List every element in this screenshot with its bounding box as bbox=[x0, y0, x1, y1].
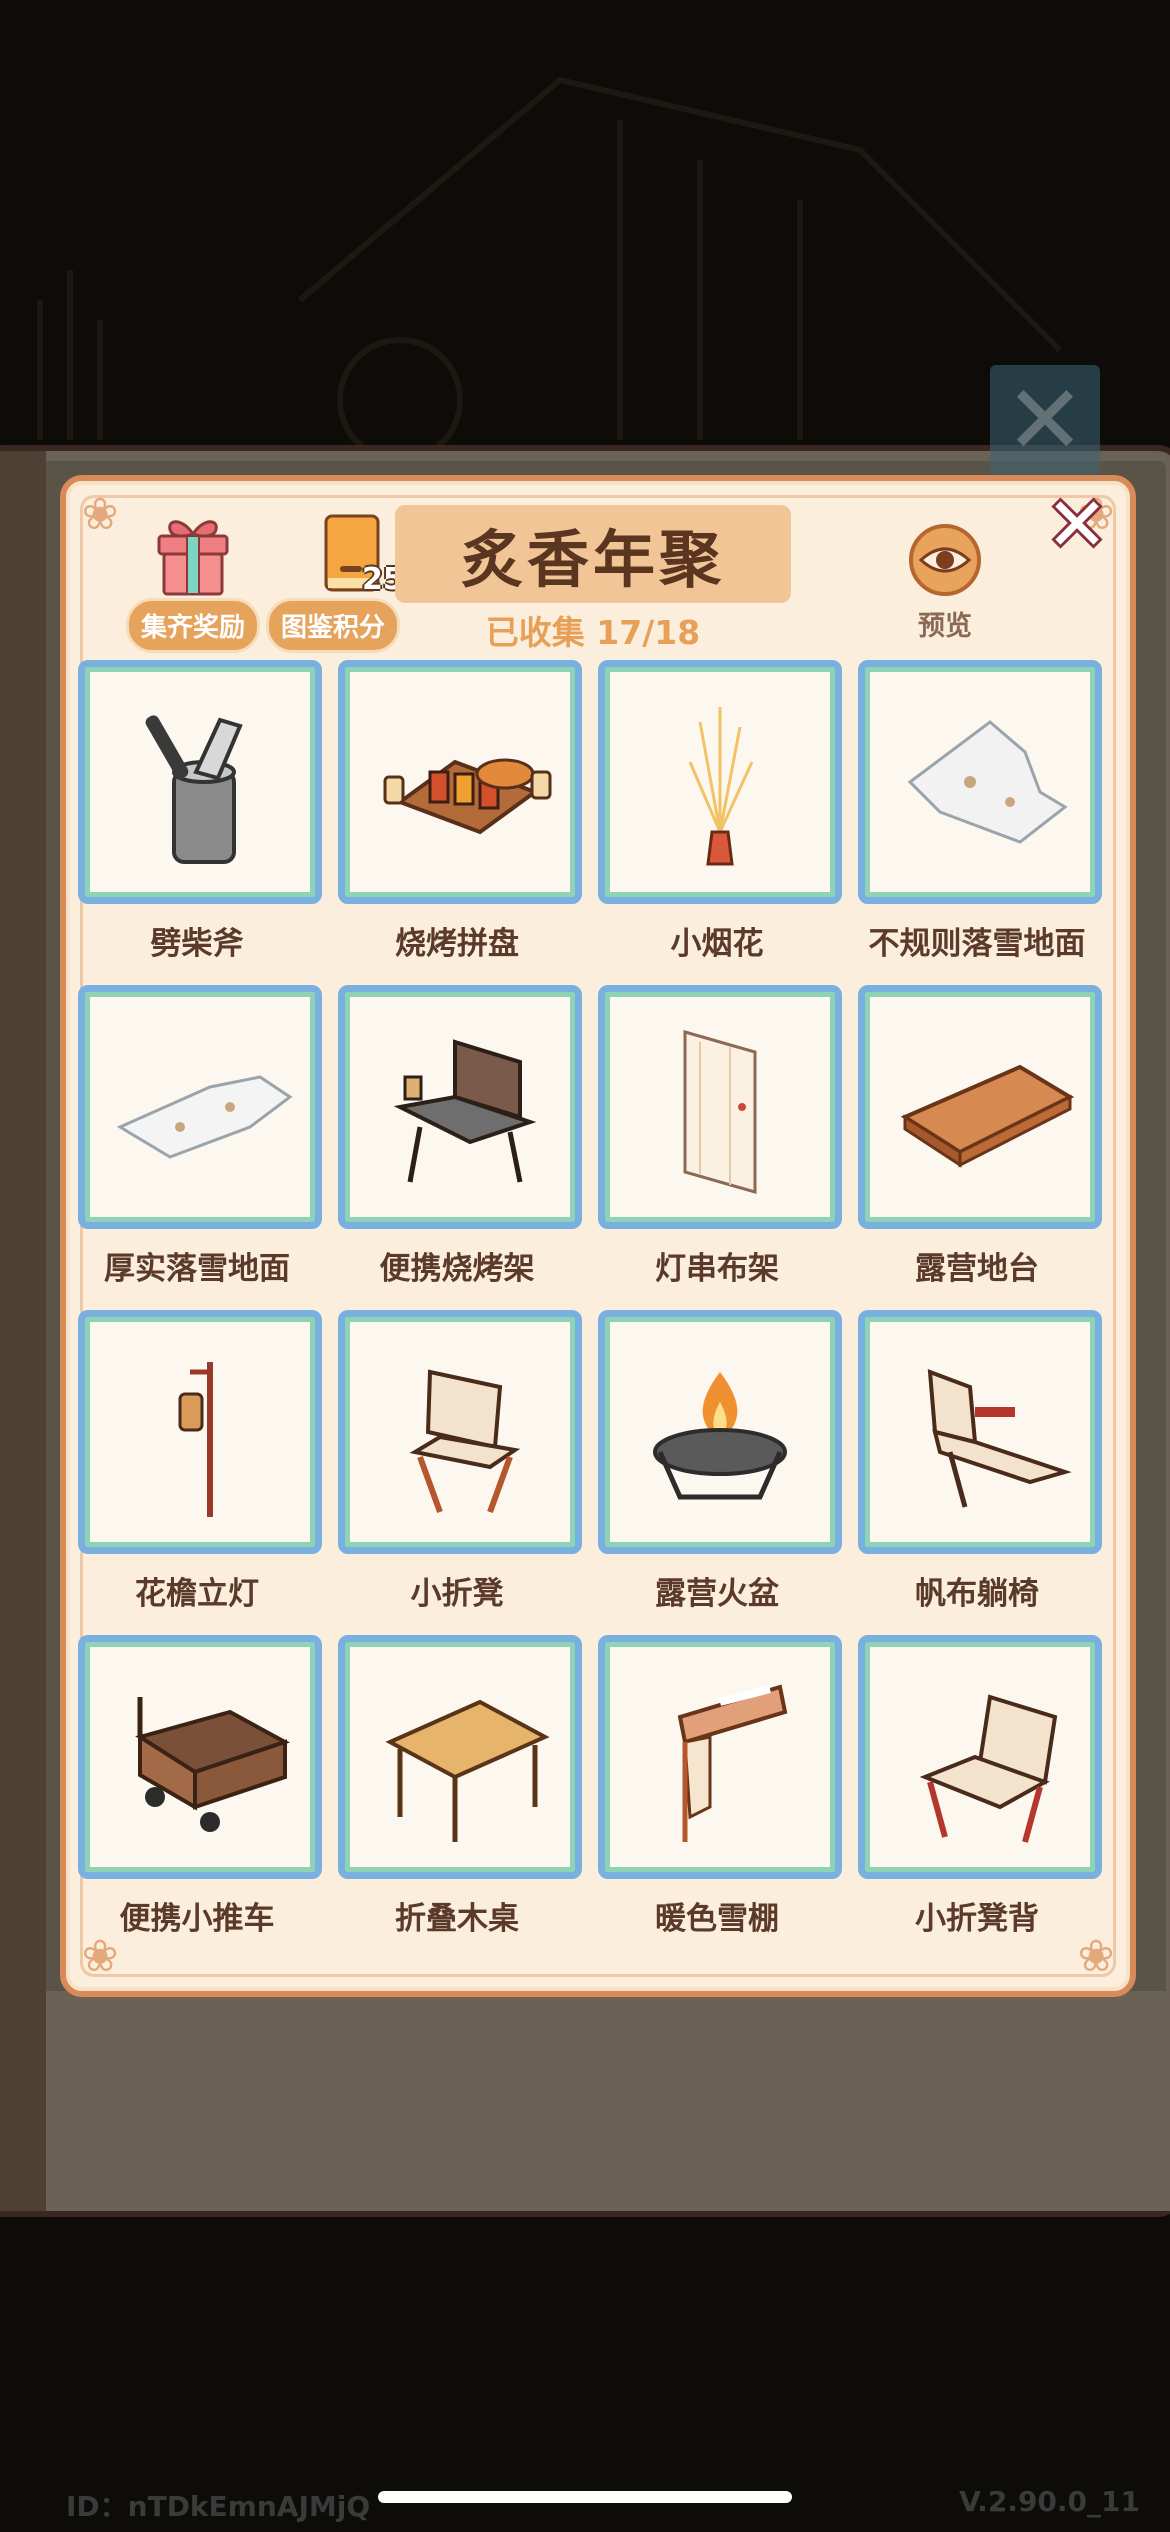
item-card-wagon-cart[interactable]: 便携小推车 bbox=[75, 1635, 325, 1959]
item-label: 灯串布架 bbox=[655, 1251, 779, 1287]
item-frame bbox=[338, 1635, 582, 1879]
item-label: 暖色雪棚 bbox=[655, 1901, 779, 1937]
warm-snow-canopy-icon bbox=[677, 1684, 788, 1842]
standing-lantern-icon bbox=[178, 1362, 213, 1517]
album-points-button[interactable]: 25 图鉴积分 bbox=[266, 512, 404, 653]
item-label: 花檐立灯 bbox=[135, 1576, 259, 1612]
thick-snow-ground-icon bbox=[116, 1075, 293, 1159]
item-card-axe[interactable]: 劈柴斧 bbox=[75, 660, 325, 984]
wagon-cart-icon bbox=[135, 1697, 290, 1832]
item-card-camping-platform[interactable]: 露营地台 bbox=[855, 985, 1105, 1309]
preview-button[interactable]: 预览 bbox=[905, 522, 985, 643]
item-label: 小折凳 bbox=[410, 1576, 504, 1612]
home-indicator[interactable] bbox=[378, 2491, 792, 2503]
collected-count: 已收集 17/18 bbox=[485, 613, 701, 652]
fire-pit-icon bbox=[653, 1372, 787, 1500]
collect-reward-label[interactable]: 集齐奖励 bbox=[126, 598, 261, 653]
background-close-icon: ✕ bbox=[990, 364, 1100, 476]
folding-stool-icon bbox=[409, 1369, 521, 1514]
item-frame bbox=[858, 985, 1102, 1229]
version-label: V.2.90.0_11 bbox=[959, 2485, 1140, 2518]
item-frame bbox=[598, 1635, 842, 1879]
item-card-firework[interactable]: 小烟花 bbox=[595, 660, 845, 984]
close-button[interactable]: ✕ bbox=[1040, 488, 1114, 562]
book-spine bbox=[0, 451, 46, 2211]
item-label: 露营地台 bbox=[915, 1251, 1039, 1287]
player-id: ID：nTDkEmnAJMjQ bbox=[66, 2490, 371, 2523]
bbq-platter-icon bbox=[383, 758, 552, 835]
item-frame bbox=[78, 985, 322, 1229]
item-label: 露营火盆 bbox=[655, 1576, 779, 1612]
points-book: 25 bbox=[288, 512, 404, 598]
item-card-irregular-snow[interactable]: 不规则落雪地面 bbox=[855, 660, 1105, 984]
item-card-bbq-platter[interactable]: 烧烤拼盘 bbox=[335, 660, 585, 984]
irregular-snow-ground-icon bbox=[907, 720, 1068, 844]
item-frame bbox=[858, 1310, 1102, 1554]
axe-in-stump-icon bbox=[145, 715, 243, 864]
folding-wood-table-icon bbox=[385, 1699, 550, 1842]
item-card-snow-canopy[interactable]: 暖色雪棚 bbox=[595, 1635, 845, 1959]
item-card-folding-table[interactable]: 折叠木桌 bbox=[335, 1635, 585, 1959]
item-card-fire-pit[interactable]: 露营火盆 bbox=[595, 1310, 845, 1634]
item-grid: 劈柴斧 烧烤拼盘 小烟花 不规则落雪地面 厚实落雪地面 便携烧烤架 灯串布架 露… bbox=[75, 660, 1105, 1960]
title-banner: 炙香年聚 bbox=[395, 505, 791, 603]
corner-ornament-icon: ❀ bbox=[81, 489, 119, 540]
camping-platform-icon bbox=[900, 1064, 1075, 1168]
item-frame bbox=[338, 660, 582, 904]
item-label: 帆布躺椅 bbox=[915, 1576, 1039, 1612]
string-light-curtain-icon bbox=[683, 1030, 757, 1194]
item-frame bbox=[78, 660, 322, 904]
gift-icon bbox=[157, 520, 229, 596]
item-frame bbox=[858, 1635, 1102, 1879]
item-card-light-curtain[interactable]: 灯串布架 bbox=[595, 985, 845, 1309]
item-card-portable-grill[interactable]: 便携烧烤架 bbox=[335, 985, 585, 1309]
eye-icon bbox=[909, 524, 981, 596]
item-label: 小烟花 bbox=[670, 926, 764, 962]
item-card-folding-chair-back[interactable]: 小折凳背 bbox=[855, 1635, 1105, 1959]
item-frame bbox=[858, 660, 1102, 904]
item-frame bbox=[338, 1310, 582, 1554]
collect-reward-button[interactable]: 集齐奖励 bbox=[126, 512, 261, 653]
item-card-thick-snow[interactable]: 厚实落雪地面 bbox=[75, 985, 325, 1309]
item-card-canvas-lounger[interactable]: 帆布躺椅 bbox=[855, 1310, 1105, 1634]
item-label: 小折凳背 bbox=[915, 1901, 1039, 1937]
portable-grill-icon bbox=[393, 1039, 537, 1183]
item-card-folding-stool[interactable]: 小折凳 bbox=[335, 1310, 585, 1634]
item-label: 便携小推车 bbox=[119, 1901, 275, 1937]
sparkler-firework-icon bbox=[688, 707, 754, 866]
album-points-label[interactable]: 图鉴积分 bbox=[266, 598, 401, 653]
item-label: 便携烧烤架 bbox=[379, 1251, 535, 1287]
book-bottom-page bbox=[46, 1991, 1170, 2211]
page-title: 炙香年聚 bbox=[460, 523, 725, 596]
item-label: 烧烤拼盘 bbox=[395, 926, 519, 962]
item-label: 折叠木桌 bbox=[395, 1901, 519, 1937]
item-label: 不规则落雪地面 bbox=[868, 926, 1086, 962]
item-frame bbox=[598, 1310, 842, 1554]
item-frame bbox=[598, 660, 842, 904]
preview-label: 预览 bbox=[918, 611, 972, 642]
item-frame bbox=[338, 985, 582, 1229]
item-label: 劈柴斧 bbox=[150, 926, 244, 962]
item-frame bbox=[598, 985, 842, 1229]
folding-chair-back-icon bbox=[919, 1694, 1058, 1843]
item-label: 厚实落雪地面 bbox=[104, 1251, 290, 1287]
canvas-lounger-icon bbox=[927, 1369, 1072, 1508]
item-frame bbox=[78, 1635, 322, 1879]
item-frame bbox=[78, 1310, 322, 1554]
item-card-standing-lantern[interactable]: 花檐立灯 bbox=[75, 1310, 325, 1634]
